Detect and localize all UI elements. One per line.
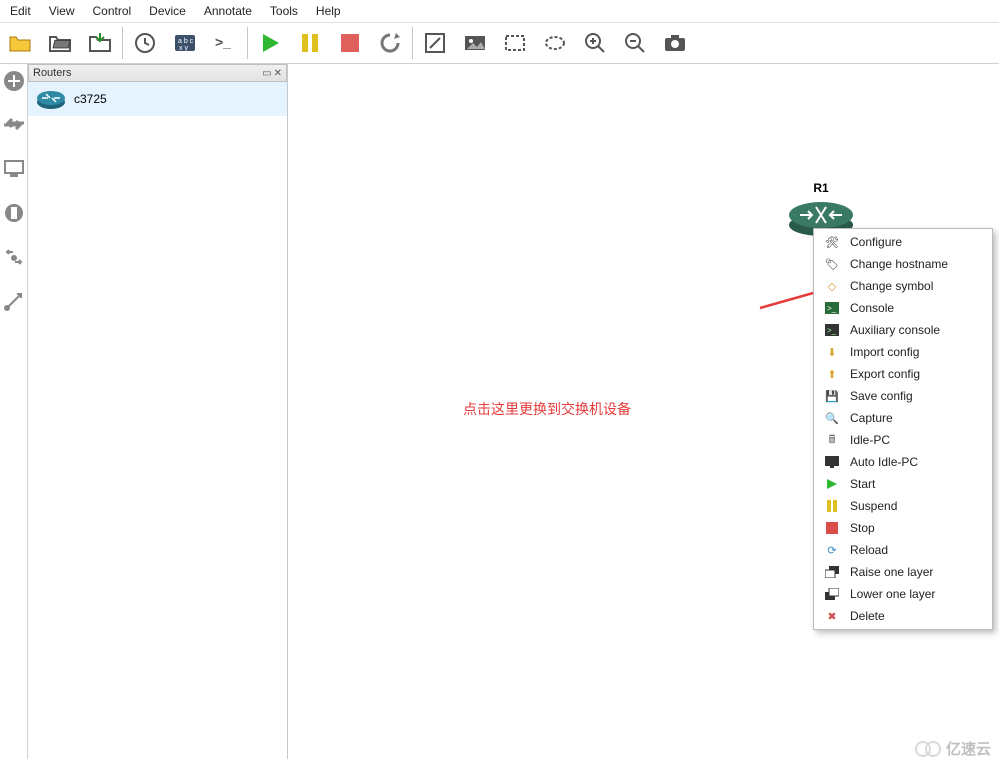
import-icon: ⬇ — [824, 344, 840, 360]
ctx-change-symbol[interactable]: ◇Change symbol — [814, 275, 992, 297]
ctx-configure[interactable]: 🛠Configure — [814, 231, 992, 253]
all-devices-category-icon[interactable] — [1, 244, 27, 270]
ctx-change-hostname[interactable]: 🏷Change hostname — [814, 253, 992, 275]
watermark-logo-icon — [914, 740, 942, 758]
svg-text:>_: >_ — [827, 326, 837, 335]
svg-text:x y: x y — [179, 45, 188, 52]
symbol-icon: ◇ — [824, 278, 840, 294]
toolbar-separator — [247, 27, 248, 59]
insert-image-button[interactable] — [455, 25, 495, 61]
menu-tools[interactable]: Tools — [270, 4, 298, 18]
ctx-suspend[interactable]: Suspend — [814, 495, 992, 517]
switches-category-icon[interactable] — [1, 112, 27, 138]
suspend-all-button[interactable] — [290, 25, 330, 61]
wrench-icon: 🛠 — [824, 234, 840, 250]
ctx-import-config[interactable]: ⬇Import config — [814, 341, 992, 363]
close-panel-icon[interactable]: ✕ — [274, 68, 282, 79]
svg-text:a b c: a b c — [178, 38, 194, 45]
ctx-stop[interactable]: Stop — [814, 517, 992, 539]
devices-panel: Routers ▭ ✕ c3725 — [28, 64, 288, 759]
ctx-auto-idle-pc[interactable]: Auto Idle-PC — [814, 451, 992, 473]
zoom-in-button[interactable] — [575, 25, 615, 61]
ctx-export-config[interactable]: ⬆Export config — [814, 363, 992, 385]
ctx-start[interactable]: Start — [814, 473, 992, 495]
ctx-lower-layer[interactable]: Lower one layer — [814, 583, 992, 605]
zoom-out-button[interactable] — [615, 25, 655, 61]
security-devices-category-icon[interactable] — [1, 200, 27, 226]
pause-icon — [824, 498, 840, 514]
save-icon: 💾 — [824, 388, 840, 404]
toolbar-separator — [412, 27, 413, 59]
svg-text:>_: >_ — [827, 304, 837, 313]
add-link-category-icon[interactable] — [1, 288, 27, 314]
device-item-label: c3725 — [74, 92, 107, 106]
watermark-text: 亿速云 — [946, 738, 991, 759]
menu-device[interactable]: Device — [149, 4, 186, 18]
toolbar: a b cx y >_ — [0, 23, 999, 64]
router-node-label: R1 — [813, 181, 828, 195]
reload-all-button[interactable] — [370, 25, 410, 61]
menubar: Edit View Control Device Annotate Tools … — [0, 0, 999, 23]
tag-icon: 🏷 — [824, 256, 840, 272]
stop-icon — [824, 520, 840, 536]
monitor-icon — [824, 454, 840, 470]
router-icon — [36, 88, 66, 110]
menu-view[interactable]: View — [49, 4, 75, 18]
annotation-text: 点击这里更换到交换机设备 — [463, 399, 631, 419]
screenshot-button[interactable] — [655, 25, 695, 61]
delete-icon: ✖ — [824, 608, 840, 624]
play-icon — [824, 476, 840, 492]
stop-all-button[interactable] — [330, 25, 370, 61]
devices-panel-title: Routers — [33, 67, 72, 79]
raise-layer-icon — [824, 564, 840, 580]
ctx-console[interactable]: >_Console — [814, 297, 992, 319]
save-project-button[interactable] — [80, 25, 120, 61]
undock-icon[interactable]: ▭ — [262, 68, 271, 79]
draw-rectangle-button[interactable] — [495, 25, 535, 61]
menu-edit[interactable]: Edit — [10, 4, 31, 18]
new-project-button[interactable] — [0, 25, 40, 61]
menu-help[interactable]: Help — [316, 4, 341, 18]
devices-panel-header: Routers ▭ ✕ — [28, 64, 287, 82]
ctx-capture[interactable]: 🔍Capture — [814, 407, 992, 429]
lower-layer-icon — [824, 586, 840, 602]
end-devices-category-icon[interactable] — [1, 156, 27, 182]
topology-canvas[interactable]: R1 点击这里更换到交换机设备 🛠Configure 🏷Change hostn… — [288, 64, 999, 759]
console-all-button[interactable]: >_ — [205, 25, 245, 61]
ctx-reload[interactable]: ⟳Reload — [814, 539, 992, 561]
open-project-button[interactable] — [40, 25, 80, 61]
calculator-icon: 🖩 — [824, 432, 840, 448]
toolbar-separator — [122, 27, 123, 59]
ctx-idle-pc[interactable]: 🖩Idle-PC — [814, 429, 992, 451]
watermark: 亿速云 — [914, 738, 991, 759]
context-menu: 🛠Configure 🏷Change hostname ◇Change symb… — [813, 228, 993, 630]
reload-icon: ⟳ — [824, 542, 840, 558]
console-icon: >_ — [824, 300, 840, 316]
annotate-note-button[interactable] — [415, 25, 455, 61]
menu-control[interactable]: Control — [92, 4, 131, 18]
ctx-aux-console[interactable]: >_Auxiliary console — [814, 319, 992, 341]
menu-annotate[interactable]: Annotate — [204, 4, 252, 18]
snapshot-button[interactable] — [125, 25, 165, 61]
show-hostnames-button[interactable]: a b cx y — [165, 25, 205, 61]
aux-console-icon: >_ — [824, 322, 840, 338]
export-icon: ⬆ — [824, 366, 840, 382]
routers-category-icon[interactable] — [1, 68, 27, 94]
start-all-button[interactable] — [250, 25, 290, 61]
ctx-delete[interactable]: ✖Delete — [814, 605, 992, 627]
draw-ellipse-button[interactable] — [535, 25, 575, 61]
device-list-item[interactable]: c3725 — [28, 82, 287, 116]
magnifier-icon: 🔍 — [824, 410, 840, 426]
main-area: Routers ▭ ✕ c3725 R1 点 — [0, 64, 999, 759]
ctx-raise-layer[interactable]: Raise one layer — [814, 561, 992, 583]
svg-text:>_: >_ — [215, 34, 231, 50]
ctx-save-config[interactable]: 💾Save config — [814, 385, 992, 407]
left-toolbar — [0, 64, 28, 759]
